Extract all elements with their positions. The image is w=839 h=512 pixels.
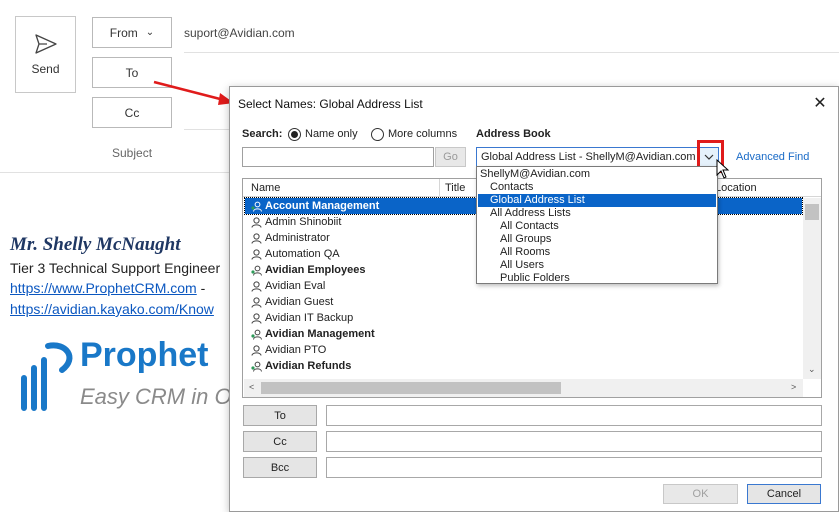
dropdown-item[interactable]: All Address Lists xyxy=(478,207,716,220)
divider xyxy=(184,52,839,53)
list-item-name: Avidian PTO xyxy=(265,344,327,356)
horizontal-scrollbar[interactable]: < > xyxy=(244,379,803,397)
user-icon xyxy=(249,232,263,244)
list-item-name: Automation QA xyxy=(265,248,340,260)
cc-label: Cc xyxy=(124,105,140,120)
list-item-name: Avidian Employees xyxy=(265,264,366,276)
to-recipient-field[interactable] xyxy=(326,405,822,426)
signature-link-line: https://www.ProphetCRM.com - xyxy=(10,280,205,296)
dialog-title: Select Names: Global Address List xyxy=(238,97,423,111)
dropdown-item[interactable]: ShellyM@Avidian.com xyxy=(478,168,716,181)
list-item-name: Admin Shinobiit xyxy=(265,216,342,228)
column-title[interactable]: Title xyxy=(445,182,465,194)
cc-recipient-button[interactable]: Cc xyxy=(243,431,317,452)
list-item[interactable]: Avidian IT Backup xyxy=(245,310,802,326)
more-columns-radio[interactable] xyxy=(371,128,384,141)
address-book-dropdown-list: ShellyM@Avidian.com Contacts Global Addres… xyxy=(476,166,718,284)
cc-recipient-field[interactable] xyxy=(326,431,822,452)
list-item[interactable]: Avidian PTO xyxy=(245,342,802,358)
more-columns-label: More columns xyxy=(388,128,458,140)
mouse-cursor-icon xyxy=(716,159,730,179)
link-suffix: - xyxy=(196,280,206,296)
to-label: To xyxy=(125,65,139,80)
user-icon xyxy=(249,296,263,308)
scroll-left-icon[interactable]: < xyxy=(249,382,254,392)
divider xyxy=(0,172,229,173)
user-icon xyxy=(249,248,263,260)
user-icon xyxy=(249,344,263,356)
divider xyxy=(184,129,234,130)
bcc-recipient-field[interactable] xyxy=(326,457,822,478)
select-names-dialog: Select Names: Global Address List ✕ Sear… xyxy=(229,86,839,512)
user-icon xyxy=(249,312,263,324)
scroll-right-icon[interactable]: > xyxy=(791,382,796,392)
name-only-label: Name only xyxy=(305,128,358,140)
list-item-name: Avidian Eval xyxy=(265,280,326,292)
send-button[interactable]: Send xyxy=(15,16,76,93)
column-location[interactable]: Location xyxy=(715,182,757,194)
annotation-arrow-icon xyxy=(153,80,234,105)
dropdown-item[interactable]: All Rooms xyxy=(478,246,716,259)
list-item[interactable]: Avidian Guest xyxy=(245,294,802,310)
logo-text: Prophet xyxy=(80,336,209,374)
ok-button[interactable]: OK xyxy=(663,484,738,504)
prophet-logo-icon xyxy=(21,342,73,411)
search-label: Search: xyxy=(242,128,283,140)
group-icon xyxy=(249,361,263,372)
send-label: Send xyxy=(31,61,60,76)
prophetcrm-link[interactable]: https://www.ProphetCRM.com xyxy=(10,280,197,296)
group-icon xyxy=(249,265,263,276)
dropdown-item[interactable]: Contacts xyxy=(478,181,716,194)
list-item-name: Avidian Refunds xyxy=(265,360,352,372)
column-name[interactable]: Name xyxy=(251,182,280,194)
list-item-name: Avidian Guest xyxy=(265,296,334,308)
dropdown-item[interactable]: All Contacts xyxy=(478,220,716,233)
dropdown-item[interactable]: All Groups xyxy=(478,233,716,246)
scrollbar-thumb[interactable] xyxy=(261,382,561,394)
advanced-find-link[interactable]: Advanced Find xyxy=(736,151,809,163)
name-only-radio[interactable] xyxy=(288,128,301,141)
subject-label: Subject xyxy=(112,146,153,160)
search-input[interactable] xyxy=(242,147,434,167)
dropdown-item[interactable]: All Users xyxy=(478,259,716,272)
chevron-down-icon: ⌄ xyxy=(145,27,155,38)
go-button[interactable]: Go xyxy=(435,147,466,167)
to-recipient-button[interactable]: To xyxy=(243,405,317,426)
group-icon xyxy=(249,329,263,340)
from-button[interactable]: From ⌄ xyxy=(92,17,172,48)
user-icon xyxy=(249,280,263,292)
list-item-name: Avidian IT Backup xyxy=(265,312,354,324)
bcc-recipient-button[interactable]: Bcc xyxy=(243,457,317,478)
group-icon xyxy=(249,201,263,212)
signature-title: Tier 3 Technical Support Engineer xyxy=(10,260,221,276)
logo-tagline: Easy CRM in O xyxy=(80,384,232,409)
from-value: suport@Avidian.com xyxy=(184,26,295,40)
list-item[interactable]: Avidian Management xyxy=(245,326,802,342)
user-icon xyxy=(249,216,263,228)
from-label: From xyxy=(109,25,138,40)
vertical-scrollbar[interactable]: ⌄ xyxy=(803,198,821,379)
cancel-button[interactable]: Cancel xyxy=(747,484,821,504)
column-separator xyxy=(439,179,440,197)
send-icon xyxy=(34,33,57,54)
list-item-name: Administrator xyxy=(265,232,330,244)
dropdown-item[interactable]: Public Folders xyxy=(478,272,716,285)
close-icon[interactable]: ✕ xyxy=(810,93,830,113)
dropdown-item[interactable]: Global Address List xyxy=(478,194,716,207)
signature-name: Mr. Shelly McNaught xyxy=(10,234,181,255)
address-book-select[interactable]: Global Address List - ShellyM@Avidian.co… xyxy=(476,147,719,167)
kayako-link[interactable]: https://avidian.kayako.com/Know xyxy=(10,301,214,317)
list-item-name: Account Management xyxy=(265,200,380,212)
list-item-name: Avidian Management xyxy=(265,328,375,340)
address-book-label: Address Book xyxy=(476,128,551,140)
scroll-down-icon[interactable]: ⌄ xyxy=(808,364,816,375)
scrollbar-thumb[interactable] xyxy=(805,204,819,220)
list-item[interactable]: Avidian Refunds xyxy=(245,358,802,374)
